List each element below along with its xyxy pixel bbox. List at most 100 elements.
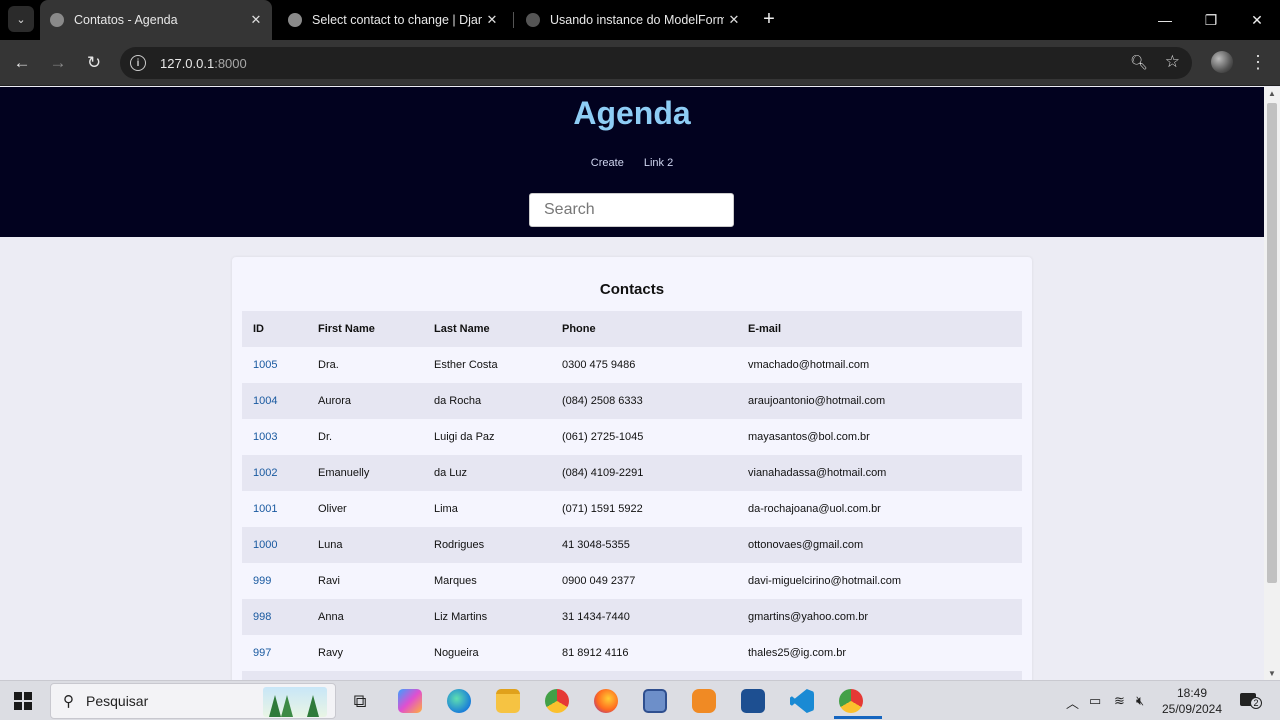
browser-tab[interactable]: Usando instance do ModelForm ✕ xyxy=(516,0,750,40)
back-arrow-icon[interactable]: ← xyxy=(9,50,35,76)
address-bar[interactable]: i 127.0.0.1:8000 🔍︎ ☆ xyxy=(120,47,1192,79)
table-row: 1000 Luna Rodrigues 41 3048-5355 ottonov… xyxy=(242,527,1022,563)
speaker-muted-icon[interactable]: 🔇︎ xyxy=(1136,693,1144,709)
url-text: 127.0.0.1:8000 xyxy=(160,56,247,71)
browser-tab-strip: ⌄ Contatos - Agenda ✕ Select contact to … xyxy=(0,0,1280,40)
contact-id-link[interactable]: 999 xyxy=(253,575,271,587)
contact-id-link[interactable]: 997 xyxy=(253,647,271,659)
file-explorer-icon[interactable] xyxy=(491,685,525,717)
cell-phone: (084) 2508 6333 xyxy=(551,383,737,419)
close-tab-icon[interactable]: ✕ xyxy=(482,12,502,28)
contact-id-link[interactable]: 1004 xyxy=(253,395,277,407)
receita-federal-icon[interactable] xyxy=(736,685,770,717)
windows-taskbar: ⚲ Pesquisar ⧉ ︿ ▭ ≋ 🔇︎ 18:49 25/09/2024 … xyxy=(0,680,1280,720)
forward-arrow-icon[interactable]: → xyxy=(45,50,71,76)
browser-toolbar: ← → ↻ i 127.0.0.1:8000 🔍︎ ☆ xyxy=(0,40,1280,86)
minimize-icon[interactable]: — xyxy=(1142,0,1188,40)
cell-email: ottonovaes@gmail.com xyxy=(737,527,1022,563)
taskbar-clock[interactable]: 18:49 25/09/2024 xyxy=(1156,685,1228,717)
cell-first-name: Luna xyxy=(307,527,423,563)
cell-id: 1002 xyxy=(242,455,307,491)
site-info-icon[interactable]: i xyxy=(130,55,146,71)
windows-start-icon[interactable] xyxy=(14,692,32,710)
close-tab-icon[interactable]: ✕ xyxy=(246,12,266,28)
cell-phone: (071) 1591 5922 xyxy=(551,491,737,527)
cell-last-name: Lima xyxy=(423,491,551,527)
wifi-icon[interactable]: ≋ xyxy=(1114,693,1125,709)
page-viewport: Agenda Create Link 2 Contacts ID First N… xyxy=(0,87,1264,680)
chrome-active-icon[interactable] xyxy=(834,685,882,719)
page-scrollbar[interactable]: ▲ ▼ xyxy=(1264,87,1280,680)
cell-last-name: Liz Martins xyxy=(423,599,551,635)
vscode-icon[interactable] xyxy=(785,685,819,717)
site-title[interactable]: Agenda xyxy=(0,95,1264,132)
browser-tab[interactable]: Select contact to change | Djang ✕ xyxy=(278,0,508,40)
column-header-phone: Phone xyxy=(551,311,737,347)
copilot-icon[interactable] xyxy=(393,685,427,717)
cell-email: vmachado@hotmail.com xyxy=(737,347,1022,383)
chrome-icon[interactable] xyxy=(540,685,574,717)
edge-icon[interactable] xyxy=(442,685,476,717)
contact-id-link[interactable]: 1003 xyxy=(253,431,277,443)
cell-id: 1000 xyxy=(242,527,307,563)
scroll-down-arrow-icon[interactable]: ▼ xyxy=(1267,669,1277,678)
tab-title: Usando instance do ModelForm xyxy=(550,13,724,27)
cell-email: da-rochajoana@uol.com.br xyxy=(737,491,1022,527)
column-header-email: E-mail xyxy=(737,311,1022,347)
sublime-text-icon[interactable] xyxy=(687,685,721,717)
contact-id-link[interactable]: 1001 xyxy=(253,503,277,515)
table-row: 1004 Aurora da Rocha (084) 2508 6333 ara… xyxy=(242,383,1022,419)
cell-email: araujoantonio@hotmail.com xyxy=(737,383,1022,419)
contact-id-link[interactable]: 998 xyxy=(253,611,271,623)
contact-id-link[interactable]: 1002 xyxy=(253,467,277,479)
profile-avatar[interactable] xyxy=(1211,51,1233,73)
table-row: 1001 Oliver Lima (071) 1591 5922 da-roch… xyxy=(242,491,1022,527)
site-nav: Create Link 2 xyxy=(0,157,1264,169)
show-hidden-icons-icon[interactable]: ︿ xyxy=(1066,693,1079,712)
cell-last-name: Rodrigues xyxy=(423,527,551,563)
cell-phone: 31 1434-7440 xyxy=(551,599,737,635)
nav-link-create[interactable]: Create xyxy=(591,157,624,169)
virtualbox-icon[interactable] xyxy=(638,685,672,717)
clock-time: 18:49 xyxy=(1176,686,1208,700)
cell-email: gmartins@yahoo.com.br xyxy=(737,599,1022,635)
cell-last-name: Nogueira xyxy=(423,635,551,671)
contacts-card: Contacts ID First Name Last Name Phone E… xyxy=(232,257,1032,680)
browser-tab-active[interactable]: Contatos - Agenda ✕ xyxy=(40,0,272,40)
reload-icon[interactable]: ↻ xyxy=(81,50,107,76)
close-tab-icon[interactable]: ✕ xyxy=(724,12,744,28)
nav-link-2[interactable]: Link 2 xyxy=(644,157,673,169)
scroll-up-arrow-icon[interactable]: ▲ xyxy=(1267,89,1277,98)
firefox-icon[interactable] xyxy=(589,685,623,717)
cell-first-name: Emanuelly xyxy=(307,455,423,491)
scrollbar-thumb[interactable] xyxy=(1267,103,1277,583)
contacts-heading: Contacts xyxy=(599,281,665,298)
table-row: 1005 Dra. Esther Costa 0300 475 9486 vma… xyxy=(242,347,1022,383)
restore-icon[interactable]: ❐ xyxy=(1188,0,1234,40)
cell-email: vianahadassa@hotmail.com xyxy=(737,455,1022,491)
zoom-icon[interactable]: 🔍︎ xyxy=(1130,54,1148,71)
cell-first-name: Dr. xyxy=(307,419,423,455)
search-input[interactable] xyxy=(529,193,734,227)
cell-first-name: Oliver xyxy=(307,491,423,527)
contact-id-link[interactable]: 1000 xyxy=(253,539,277,551)
close-window-icon[interactable]: ✕ xyxy=(1234,0,1280,40)
notification-icon[interactable]: 2 xyxy=(1238,691,1262,711)
search-highlight-image xyxy=(263,687,327,717)
cell-first-name: Dra. xyxy=(307,347,423,383)
task-view-icon[interactable]: ⧉ xyxy=(343,685,377,717)
tab-search-button[interactable]: ⌄ xyxy=(8,6,34,32)
battery-icon[interactable]: ▭ xyxy=(1089,693,1101,709)
cell-phone: 0900 049 2377 xyxy=(551,563,737,599)
cell-last-name: Luigi da Paz xyxy=(423,419,551,455)
globe-icon xyxy=(288,13,302,27)
taskbar-search-box[interactable]: ⚲ Pesquisar xyxy=(50,683,336,719)
column-header-last-name: Last Name xyxy=(423,311,551,347)
tab-title: Select contact to change | Djang xyxy=(312,13,482,27)
contact-id-link[interactable]: 1005 xyxy=(253,359,277,371)
new-tab-button[interactable]: + xyxy=(758,7,780,33)
cell-phone: 81 8912 4116 xyxy=(551,635,737,671)
contacts-table: ID First Name Last Name Phone E-mail 100… xyxy=(242,311,1022,680)
browser-menu-icon[interactable]: ⋮ xyxy=(1249,52,1267,74)
bookmark-star-icon[interactable]: ☆ xyxy=(1165,52,1180,72)
